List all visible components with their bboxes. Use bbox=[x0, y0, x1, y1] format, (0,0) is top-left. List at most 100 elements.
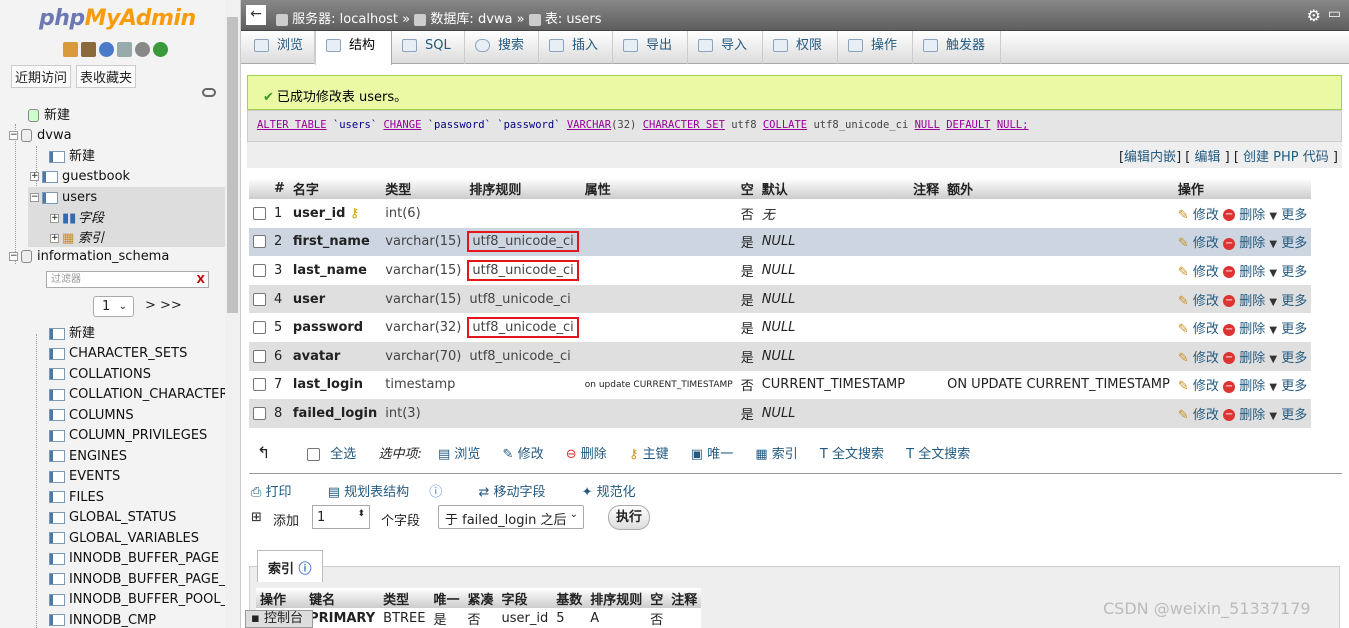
favorites-tab[interactable]: 表收藏夹 bbox=[76, 65, 137, 88]
after-column-select[interactable]: 于 failed_login 之后 ⌄ bbox=[438, 505, 584, 529]
help-icon[interactable]: ⓘ bbox=[299, 562, 312, 577]
table-row[interactable]: 3 last_name varchar(15) utf8_unicode_ci 是 NUL… bbox=[249, 256, 1312, 285]
drop-column-button[interactable]: − 删除 bbox=[1223, 351, 1265, 366]
column-header[interactable]: 空 bbox=[736, 178, 758, 199]
normalize-button[interactable]: ✦ 规范化 bbox=[582, 485, 652, 500]
column-header[interactable]: 属性 bbox=[580, 178, 737, 199]
bulk-index-button[interactable]: ▦ 索引 bbox=[755, 447, 797, 462]
help-icon[interactable]: ⓘ bbox=[429, 485, 442, 500]
column-header[interactable]: 名字 bbox=[288, 178, 382, 199]
edit-column-button[interactable]: ✎ 修改 bbox=[1178, 379, 1219, 394]
go-button[interactable]: 执行 bbox=[608, 505, 650, 530]
drop-column-button[interactable]: − 删除 bbox=[1223, 265, 1265, 280]
table-row[interactable]: 6 avatar varchar(70) utf8_unicode_ci 是 NULL ✎ … bbox=[249, 341, 1312, 371]
column-header[interactable]: 注释 bbox=[909, 178, 944, 199]
tree-table-item[interactable]: GLOBAL_STATUS bbox=[35, 508, 176, 528]
bulk-fulltext-button-2[interactable]: T 全文搜索 bbox=[906, 447, 970, 462]
expand-icon[interactable]: + bbox=[30, 172, 39, 181]
breadcrumb-table[interactable]: 表: users bbox=[545, 12, 602, 27]
edit-column-button[interactable]: ✎ 修改 bbox=[1178, 294, 1219, 309]
breadcrumb-database[interactable]: 数据库: dvwa bbox=[430, 12, 512, 27]
help-icon[interactable] bbox=[99, 42, 114, 57]
tree-table-users[interactable]: − users bbox=[30, 188, 97, 208]
row-checkbox[interactable] bbox=[253, 321, 266, 335]
tree-new-root[interactable]: 新建 bbox=[14, 106, 70, 126]
drop-column-button[interactable]: − 删除 bbox=[1223, 236, 1265, 251]
more-button[interactable]: ▼ 更多 bbox=[1269, 294, 1307, 309]
check-all-checkbox[interactable] bbox=[307, 448, 321, 461]
bulk-primary-button[interactable]: ⚷ 主键 bbox=[629, 447, 669, 462]
tab-sql[interactable]: SQL bbox=[392, 31, 465, 64]
bulk-edit-button[interactable]: ✎ 修改 bbox=[503, 447, 544, 462]
tree-indexes-node[interactable]: + ▦ 索引 bbox=[50, 229, 104, 249]
more-button[interactable]: ▼ 更多 bbox=[1269, 351, 1307, 366]
row-checkbox[interactable] bbox=[253, 263, 266, 277]
tree-db-information-schema[interactable]: − information_schema bbox=[9, 247, 169, 267]
docs-icon[interactable] bbox=[117, 42, 132, 57]
clear-filter-icon[interactable]: X bbox=[197, 272, 205, 287]
more-button[interactable]: ▼ 更多 bbox=[1269, 408, 1307, 423]
collapse-icon[interactable]: ▭ bbox=[1328, 6, 1341, 22]
edit-column-button[interactable]: ✎ 修改 bbox=[1178, 236, 1219, 251]
tree-table-item[interactable]: COLLATION_CHARACTER bbox=[35, 385, 228, 405]
edit-column-button[interactable]: ✎ 修改 bbox=[1178, 408, 1219, 423]
edit-column-button[interactable]: ✎ 修改 bbox=[1178, 208, 1219, 223]
create-php-link[interactable]: 创建 PHP 代码 bbox=[1243, 150, 1329, 165]
tree-table-item[interactable]: COLUMN_PRIVILEGES bbox=[35, 426, 207, 446]
collapse-icon[interactable]: − bbox=[9, 252, 18, 261]
bulk-drop-button[interactable]: ⊖ 删除 bbox=[566, 447, 607, 462]
tab-insert[interactable]: 插入 bbox=[539, 31, 613, 64]
home-icon[interactable] bbox=[63, 42, 78, 57]
tab-operations[interactable]: 操作 bbox=[838, 31, 913, 64]
table-filter-input[interactable]: 过滤器 X bbox=[46, 271, 209, 288]
link-icon[interactable] bbox=[202, 88, 216, 97]
stepper-icon[interactable]: ⬍ bbox=[357, 509, 365, 519]
print-button[interactable]: ⎙ 打印 bbox=[251, 485, 308, 500]
more-button[interactable]: ▼ 更多 bbox=[1269, 322, 1307, 337]
back-arrow-icon[interactable]: ← bbox=[246, 5, 266, 25]
more-button[interactable]: ▼ 更多 bbox=[1269, 379, 1307, 394]
drop-column-button[interactable]: − 删除 bbox=[1223, 322, 1265, 337]
column-header[interactable]: 操作 bbox=[1173, 178, 1312, 199]
row-checkbox[interactable] bbox=[253, 406, 266, 420]
check-all-label[interactable]: 全选 bbox=[330, 447, 356, 462]
column-header[interactable]: 排序规则 bbox=[465, 178, 581, 199]
tree-db-dvwa[interactable]: − dvwa bbox=[9, 126, 72, 146]
more-button[interactable]: ▼ 更多 bbox=[1269, 236, 1307, 251]
left-scrollbar[interactable] bbox=[225, 0, 240, 628]
scrollbar-thumb[interactable] bbox=[227, 17, 238, 313]
phpmyadmin-logo[interactable]: phpMyAdmin bbox=[39, 6, 196, 31]
column-count-input[interactable]: 1 ⬍ bbox=[312, 505, 370, 529]
edit-link[interactable]: 编辑 bbox=[1194, 150, 1220, 165]
bulk-unique-button[interactable]: ▣ 唯一 bbox=[691, 447, 733, 462]
bulk-browse-button[interactable]: ▤ 浏览 bbox=[438, 447, 480, 462]
tab-browse[interactable]: 浏览 bbox=[244, 31, 315, 64]
tree-new-table-dvwa[interactable]: 新建 bbox=[35, 147, 95, 167]
tree-table-item[interactable]: FILES bbox=[35, 488, 104, 508]
bulk-fulltext-button[interactable]: T 全文搜索 bbox=[820, 447, 884, 462]
table-row[interactable]: 5 password varchar(32) utf8_unicode_ci 是 NULL… bbox=[249, 313, 1312, 342]
next-page-link[interactable]: > >> bbox=[145, 298, 182, 313]
table-row[interactable]: 8 failed_login int(3) 是 NULL ✎ 修改 − 删除 ▼ 更多 bbox=[249, 399, 1312, 428]
console-toggle[interactable]: ▪ 控制台 bbox=[245, 610, 313, 628]
tab-structure[interactable]: 结构 bbox=[315, 31, 392, 65]
collapse-icon[interactable]: − bbox=[30, 193, 39, 202]
table-row[interactable]: 1 user_id ⚷ int(6) 否无 ✎ 修改 − 删除 ▼ 更多 bbox=[249, 199, 1312, 228]
column-header[interactable]: 额外 bbox=[943, 178, 1174, 199]
row-checkbox[interactable] bbox=[253, 349, 266, 363]
table-row[interactable]: 2 first_name varchar(15) utf8_unicode_ci 是 NU… bbox=[249, 227, 1312, 257]
edit-column-button[interactable]: ✎ 修改 bbox=[1178, 322, 1219, 337]
tree-table-item[interactable]: INNODB_BUFFER_POOL_ bbox=[35, 590, 227, 610]
tab-search[interactable]: 搜索 bbox=[465, 31, 539, 64]
settings-gear-icon[interactable] bbox=[135, 42, 150, 57]
row-checkbox[interactable] bbox=[253, 378, 266, 392]
indexes-heading[interactable]: 索引 ⓘ bbox=[257, 550, 323, 582]
row-checkbox[interactable] bbox=[253, 292, 266, 306]
expand-icon[interactable]: + bbox=[50, 234, 59, 243]
tab-privileges[interactable]: 权限 bbox=[763, 31, 838, 64]
tree-table-item[interactable]: GLOBAL_VARIABLES bbox=[35, 529, 199, 549]
drop-column-button[interactable]: − 删除 bbox=[1223, 208, 1265, 223]
recent-tab[interactable]: 近期访问 bbox=[11, 65, 72, 88]
tree-table-item[interactable]: COLLATIONS bbox=[35, 365, 151, 385]
tree-table-item[interactable]: INNODB_CMP bbox=[35, 611, 156, 628]
